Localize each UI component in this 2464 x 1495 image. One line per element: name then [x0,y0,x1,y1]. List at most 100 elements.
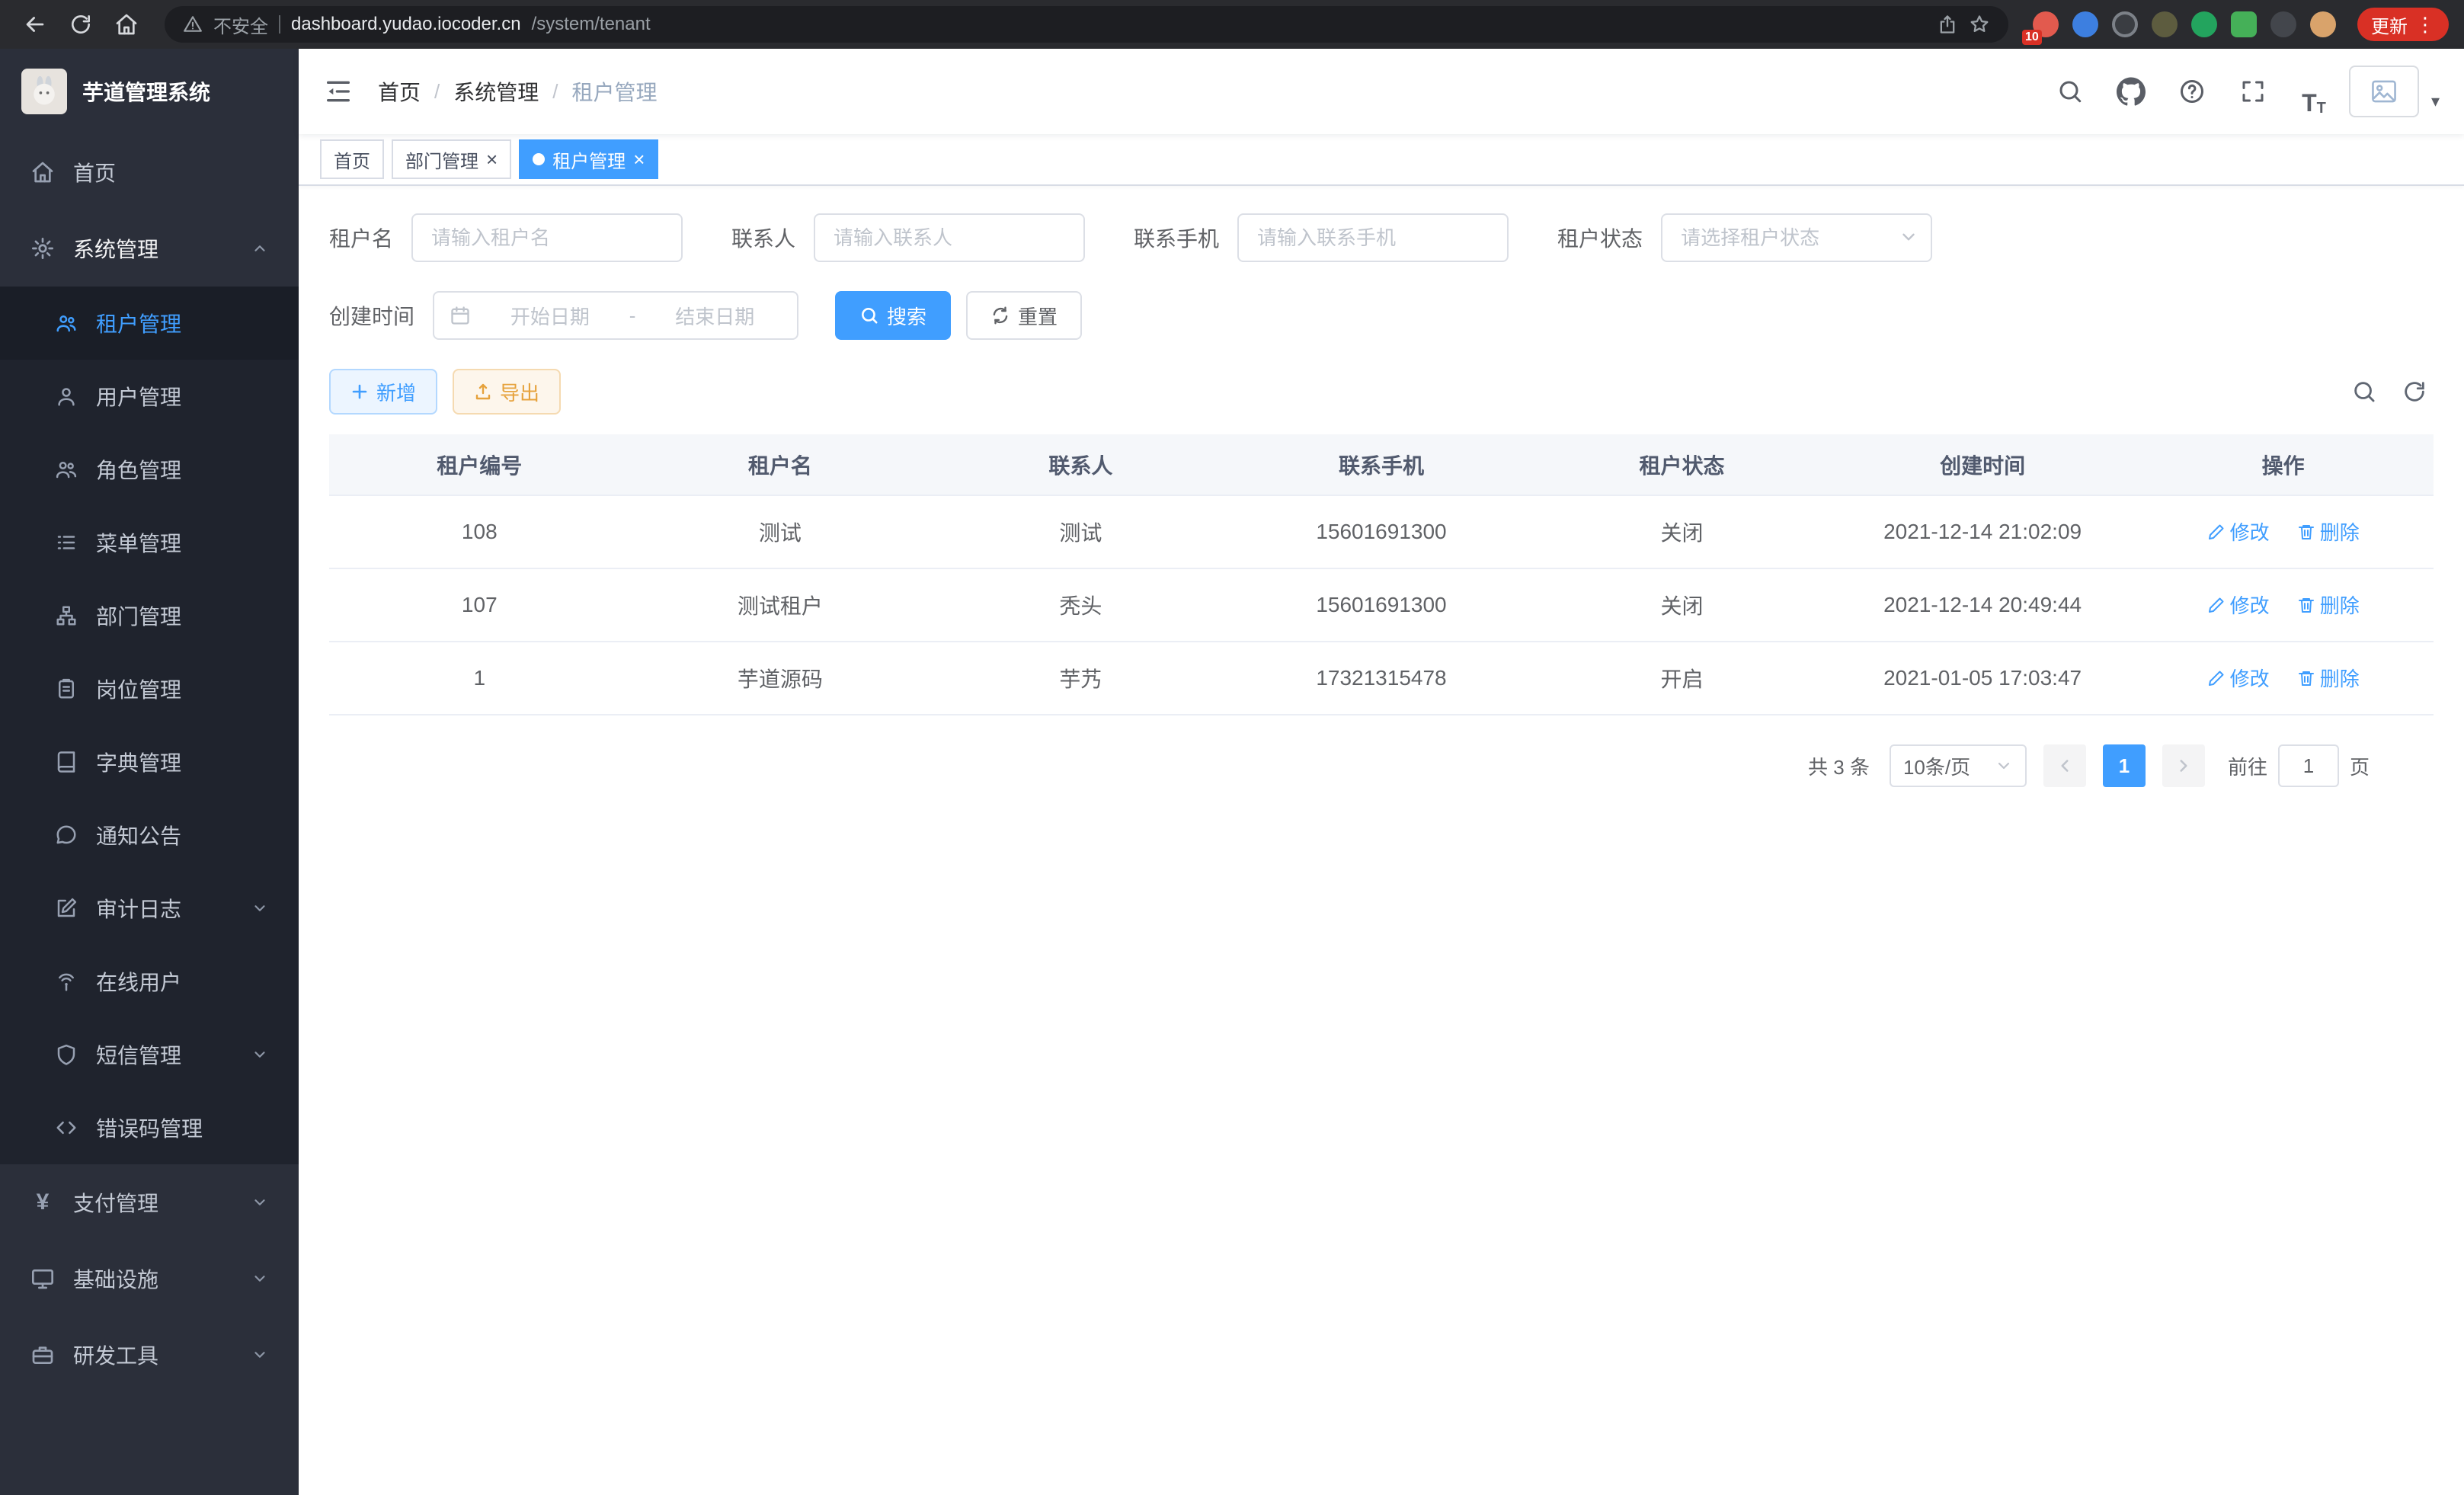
cell-tenant-name: 芋道源码 [630,642,931,715]
edit-link[interactable]: 修改 [2207,591,2270,619]
extension-icon-2[interactable] [2072,11,2098,37]
add-button[interactable]: 新增 [329,369,437,415]
close-icon[interactable]: × [633,149,645,169]
cell-contact: 芋艿 [930,642,1231,715]
search-button-label: 搜索 [887,302,926,330]
sidebar-item-label: 短信管理 [96,1039,181,1070]
status-select[interactable] [1661,213,1932,262]
tenant-table: 租户编号 租户名 联系人 联系手机 租户状态 创建时间 操作 108 测试 [329,434,2434,715]
sidebar-item-label: 部门管理 [96,600,181,631]
top-navbar: 首页 / 系统管理 / 租户管理 [299,49,2464,134]
reset-button[interactable]: 重置 [966,291,1082,340]
breadcrumb-home[interactable]: 首页 [378,76,421,107]
fullscreen-icon[interactable] [2227,66,2279,117]
extensions-puzzle-icon[interactable] [2270,11,2296,37]
tab-label: 首页 [334,146,370,173]
cell-actions: 修改删除 [2133,642,2434,715]
caret-down-icon[interactable]: ▾ [2431,91,2440,117]
edit-link-label: 修改 [2230,591,2270,619]
pagination-total: 共 3 条 [1808,752,1870,780]
create-time-label: 创建时间 [329,300,414,331]
monitor-icon [30,1266,55,1291]
delete-link[interactable]: 删除 [2297,591,2360,619]
sidebar-item-user[interactable]: 用户管理 [0,360,299,433]
sidebar-item-label: 岗位管理 [96,674,181,704]
sidebar-item-tenant[interactable]: 租户管理 [0,287,299,360]
col-created: 创建时间 [1832,434,2133,495]
bookmark-star-icon[interactable] [1969,14,1990,35]
tenant-name-input[interactable] [411,213,683,262]
url-host: dashboard.yudao.iocoder.cn [291,14,521,35]
contact-label: 联系人 [731,222,795,253]
table-refresh-icon[interactable] [2402,379,2427,405]
sidebar-collapse-icon[interactable] [323,76,354,107]
font-size-icon[interactable]: TT [2288,66,2340,117]
breadcrumb-system[interactable]: 系统管理 [453,76,539,107]
profile-avatar[interactable] [2310,11,2336,37]
sidebar-item-online-users[interactable]: 在线用户 [0,945,299,1018]
search-icon[interactable] [2044,66,2096,117]
delete-link[interactable]: 删除 [2297,517,2360,546]
search-button[interactable]: 搜索 [835,291,951,340]
next-page-button[interactable] [2162,744,2205,787]
sidebar-item-post[interactable]: 岗位管理 [0,652,299,725]
phone-input[interactable] [1237,213,1509,262]
address-bar[interactable]: 不安全 dashboard.yudao.iocoder.cn /system/t… [165,6,2008,43]
delete-link-label: 删除 [2320,517,2360,546]
cell-status: 开启 [1531,642,1832,715]
home-icon[interactable] [107,5,146,44]
sidebar-item-error-code[interactable]: 错误码管理 [0,1091,299,1164]
security-label[interactable]: 不安全 [213,11,268,38]
sidebar-item-payment[interactable]: ¥ 支付管理 [0,1164,299,1240]
breadcrumb-separator: / [434,80,440,104]
logo-row[interactable]: 芋道管理系统 [0,49,299,134]
back-icon[interactable] [15,5,55,44]
extension-icon-6[interactable] [2231,11,2257,37]
goto-page-input[interactable] [2278,744,2339,787]
reload-icon[interactable] [61,5,101,44]
roles-icon [55,458,78,481]
export-button[interactable]: 导出 [453,369,561,415]
user-avatar[interactable] [2349,66,2419,117]
tab-home[interactable]: 首页 [320,139,384,179]
sidebar-item-label: 在线用户 [96,966,181,997]
sidebar-item-menu[interactable]: 菜单管理 [0,506,299,579]
help-icon[interactable] [2166,66,2218,117]
sidebar-item-notice[interactable]: 通知公告 [0,799,299,872]
extension-icon-5[interactable] [2191,11,2217,37]
edit-link[interactable]: 修改 [2207,664,2270,692]
sidebar-item-role[interactable]: 角色管理 [0,433,299,506]
page-unit-label: 页 [2350,752,2370,780]
page-size-select[interactable]: 10条/页 [1890,744,2027,787]
prev-page-button[interactable] [2043,744,2086,787]
sidebar-item-audit-log[interactable]: 审计日志 [0,872,299,945]
date-range-picker[interactable]: 开始日期 - 结束日期 [433,291,798,340]
menu-list-icon [55,531,78,554]
tab-dept[interactable]: 部门管理 × [392,139,511,179]
sidebar-item-system[interactable]: 系统管理 [0,210,299,287]
extension-icon-1[interactable]: 10 [2033,11,2059,37]
browser-update-button[interactable]: 更新 ⋮ [2357,8,2449,41]
sidebar-item-devtools[interactable]: 研发工具 [0,1317,299,1393]
sidebar-item-dict[interactable]: 字典管理 [0,725,299,799]
sidebar-item-sms[interactable]: 短信管理 [0,1018,299,1091]
cell-tenant-name: 测试租户 [630,568,931,642]
share-icon[interactable] [1937,14,1958,35]
extension-icon-3[interactable] [2112,11,2138,37]
contact-input[interactable] [814,213,1085,262]
extension-icon-4[interactable] [2152,11,2178,37]
url-path: /system/tenant [532,14,651,35]
tab-tenant[interactable]: 租户管理 × [519,139,658,179]
sidebar-item-home[interactable]: 首页 [0,134,299,210]
table-search-icon[interactable] [2351,379,2377,405]
delete-link[interactable]: 删除 [2297,664,2360,692]
sidebar-item-infra[interactable]: 基础设施 [0,1240,299,1317]
add-button-label: 新增 [376,378,416,406]
browser-menu-icon[interactable]: ⋮ [2415,13,2435,37]
page-number-1[interactable]: 1 [2103,744,2146,787]
close-icon[interactable]: × [486,149,498,169]
edit-link[interactable]: 修改 [2207,517,2270,546]
sidebar-item-dept[interactable]: 部门管理 [0,579,299,652]
github-icon[interactable] [2105,66,2157,117]
status-select-input[interactable] [1661,213,1932,262]
